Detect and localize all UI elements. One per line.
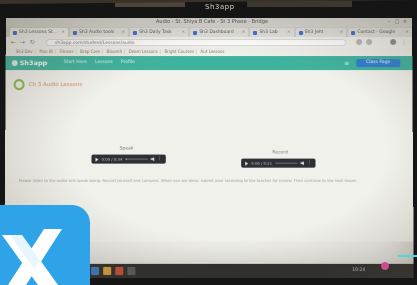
x-mark-icon	[2, 229, 62, 285]
audio-player: 0:00 / 0:34 ⋮	[91, 154, 166, 164]
player-time: 0:00 / 0:21	[251, 160, 273, 166]
tab-label: Sh3 Lessons St...	[18, 30, 58, 36]
brand-logo-icon	[11, 60, 18, 67]
bookmark-item[interactable]: Aut Lessons	[201, 49, 225, 54]
nav-link[interactable]: Start Here	[64, 60, 87, 65]
nav-link[interactable]: Lessons	[95, 60, 113, 65]
player-progress[interactable]	[275, 162, 297, 164]
profile-avatar[interactable]	[390, 39, 397, 46]
maximize-icon[interactable]: □	[394, 19, 400, 25]
address-bar[interactable]: sh3app.com/student/Lessons/audio	[45, 39, 347, 47]
favicon-icon	[12, 30, 17, 35]
play-icon[interactable]	[245, 161, 249, 166]
reload-icon[interactable]: ↻	[30, 39, 35, 46]
notification-badge-icon	[381, 262, 389, 270]
bookmark-item[interactable]: Bloomit	[107, 49, 122, 54]
browser-tab[interactable]: Sh3 Audio tools ×	[70, 27, 129, 38]
tab-close-icon[interactable]: ×	[61, 30, 65, 35]
extension-icon[interactable]	[356, 39, 363, 46]
tab-label: Sh3 Daily Task	[139, 30, 172, 36]
bookmarks-bar: Sh3 Dev | Plan Bl | Fitness | Brap Core | Bl…	[5, 48, 413, 57]
tab-label: Sh3 Dashboard	[199, 30, 234, 36]
browser-tab[interactable]: Sh3 Dashboard ×	[190, 27, 249, 38]
hamburger-icon[interactable]: ≡	[344, 60, 349, 67]
window-title: Audio - St. Shiya B Cafe - St 3 Phase - …	[155, 18, 268, 25]
more-options-icon[interactable]: ⋮	[307, 160, 312, 165]
player-label: Speak	[119, 146, 134, 152]
tab-label: Sh3 Audio tools	[79, 30, 115, 36]
play-icon[interactable]	[95, 157, 99, 162]
monitor-label: Sh3app	[205, 3, 235, 11]
bookmark-item[interactable]: Bright Courses	[164, 49, 194, 54]
taskbar-app-icon[interactable]	[91, 266, 100, 276]
brand-name[interactable]: Sh3app	[20, 59, 48, 67]
taskbar-app-icon[interactable]	[115, 266, 124, 276]
nav-link[interactable]: Profile	[121, 60, 135, 65]
minimize-icon[interactable]: –	[386, 19, 392, 25]
page-title: Ch 3 Audio Lessons	[28, 81, 83, 88]
extension-icon[interactable]	[366, 39, 373, 46]
tab-strip: Sh3 Lessons St... × Sh3 Audio tools × Sh3 …	[5, 26, 413, 38]
app-navbar: Sh3app Start Here Lessons Profile ≡ Clas…	[5, 56, 413, 71]
browser-tab[interactable]: Sh3 Lessons St... ×	[9, 27, 69, 38]
tab-close-icon[interactable]: ×	[340, 30, 344, 35]
overlay-accent-bar	[398, 255, 417, 257]
player-progress[interactable]	[125, 158, 148, 160]
back-icon[interactable]: ←	[11, 39, 16, 46]
window-titlebar: Audio - St. Shiya B Cafe - St 3 Phase - …	[5, 18, 413, 27]
browser-tab[interactable]: Sh3 Lab ×	[250, 27, 294, 38]
browser-tab[interactable]: Sh3 Daily Task ×	[130, 27, 189, 38]
bookmark-item[interactable]: Sh3 Dev	[16, 49, 33, 54]
audio-player: 0:00 / 0:21 ⋮	[241, 158, 316, 168]
browser-tab[interactable]: Contact - Google ×	[348, 27, 413, 38]
volume-icon[interactable]	[300, 161, 304, 165]
tab-close-icon[interactable]: ×	[121, 30, 125, 35]
browser-tab[interactable]: Sh3 Jeht ×	[295, 27, 347, 38]
close-icon[interactable]: ×	[402, 19, 408, 25]
tab-close-icon[interactable]: ×	[182, 30, 186, 35]
volume-icon[interactable]	[150, 157, 154, 161]
bookmark-item[interactable]: Fitness	[60, 49, 74, 54]
taskbar-app-icon[interactable]	[127, 266, 136, 276]
favicon-icon	[73, 30, 78, 35]
player-label: Record	[272, 150, 288, 156]
favicon-icon	[253, 30, 258, 35]
tab-label: Contact - Google	[357, 30, 396, 36]
tab-close-icon[interactable]: ×	[242, 30, 246, 35]
tab-close-icon[interactable]: ×	[405, 30, 409, 35]
tab-close-icon[interactable]: ×	[287, 30, 291, 35]
tab-label: Sh3 Jeht	[304, 30, 324, 36]
player-time: 0:00 / 0:34	[101, 156, 123, 162]
tray-clock: 10:24	[352, 267, 366, 274]
bookmark-item[interactable]: Brap Core	[80, 49, 100, 54]
tab-label: Sh3 Lab	[259, 30, 278, 36]
favicon-icon	[193, 30, 198, 35]
instructions-text: Please listen to the audio and speak alo…	[18, 177, 358, 183]
lesson-heading: Ch 3 Audio Lessons	[13, 79, 83, 91]
app-nav-links: Start Here Lessons Profile	[64, 60, 135, 65]
bezel-decoration	[247, 1, 352, 7]
class-page-button[interactable]: Class Page	[356, 59, 401, 68]
favicon-icon	[298, 30, 303, 35]
progress-ring-icon	[13, 79, 25, 91]
bookmark-item[interactable]: Deem Lessons	[129, 49, 158, 54]
bookmark-item[interactable]: Plan Bl	[39, 49, 53, 54]
forward-icon[interactable]: →	[20, 39, 25, 46]
favicon-icon	[133, 30, 138, 35]
overlay-app-icon	[0, 205, 90, 285]
favicon-icon	[351, 30, 356, 35]
kebab-menu-icon[interactable]: ⋮	[401, 39, 407, 46]
more-options-icon[interactable]: ⋮	[157, 156, 162, 161]
taskbar-app-icon[interactable]	[103, 266, 112, 276]
